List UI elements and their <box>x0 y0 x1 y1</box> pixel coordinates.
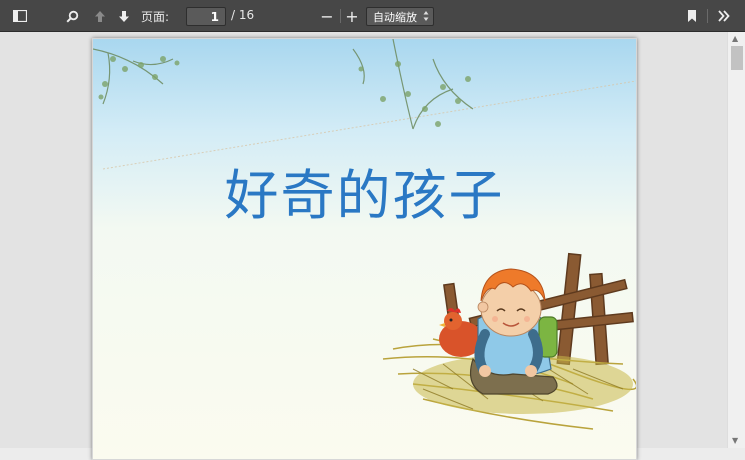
next-page-button[interactable] <box>112 6 136 26</box>
zoom-in-button[interactable]: + <box>340 6 364 26</box>
search-icon <box>65 10 78 23</box>
scrollbar-thumb[interactable] <box>731 46 743 70</box>
arrow-up-icon <box>95 10 105 22</box>
zoom-in-icon: + <box>345 6 359 26</box>
scroll-down-icon[interactable]: ▼ <box>732 436 738 445</box>
bookmark-button[interactable] <box>680 6 704 26</box>
arrow-down-icon <box>119 10 129 22</box>
sidebar-toggle-button[interactable] <box>8 6 32 26</box>
page-number-input[interactable] <box>186 7 226 26</box>
zoom-out-icon: − <box>320 6 334 26</box>
page-illustration <box>93 39 636 430</box>
zoom-out-button[interactable]: − <box>315 6 339 26</box>
vertical-scrollbar[interactable]: ▲ ▼ <box>727 32 745 448</box>
search-button[interactable] <box>60 6 84 26</box>
bookmark-icon <box>688 10 696 22</box>
page-total: / 16 <box>231 8 255 22</box>
previous-page-button[interactable] <box>88 6 112 26</box>
toolbar: 页面: / 16 − + 自动缩放 <box>0 0 745 32</box>
toolbar-separator <box>707 9 708 23</box>
select-caret-icon <box>423 10 429 25</box>
zoom-select[interactable]: 自动缩放 <box>366 7 434 26</box>
pdf-page: 好奇的孩子 <box>92 38 637 460</box>
tools-button[interactable] <box>712 6 736 26</box>
page-label: 页面: <box>141 10 170 24</box>
document-title: 好奇的孩子 <box>224 164 505 227</box>
sidebar-icon <box>13 10 27 22</box>
double-chevron-right-icon <box>718 10 730 22</box>
zoom-select-value: 自动缩放 <box>373 10 417 24</box>
scroll-up-icon[interactable]: ▲ <box>732 34 738 43</box>
